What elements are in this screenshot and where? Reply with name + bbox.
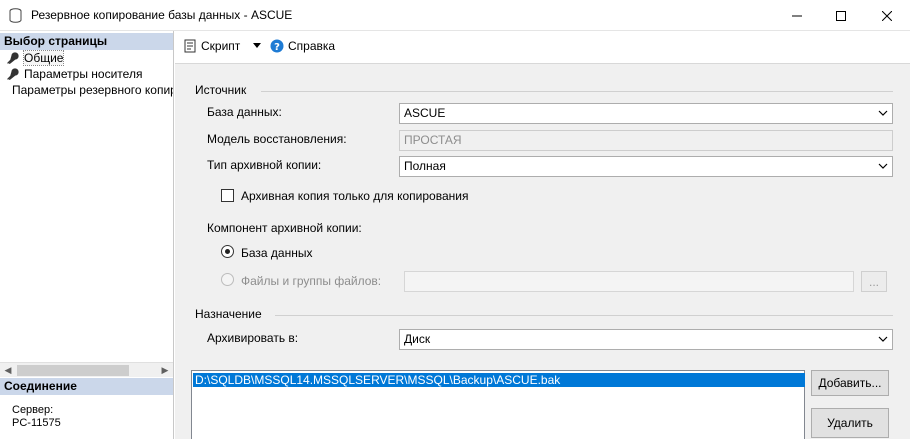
- backup-component-label: Компонент архивной копии:: [207, 221, 362, 235]
- destination-group-divider: [275, 315, 893, 316]
- chevron-down-icon: [878, 110, 888, 116]
- title-bar: Резервное копирование базы данных - ASCU…: [0, 0, 910, 31]
- page-selector-panel: Выбор страницы Общие Параметры носителя …: [0, 31, 174, 439]
- wrench-icon: [7, 52, 19, 64]
- source-group-divider: [261, 91, 893, 92]
- files-filegroups-field: [404, 271, 854, 292]
- svg-text:?: ?: [274, 42, 280, 53]
- chevron-down-icon: [878, 336, 888, 342]
- backup-type-value: Полная: [404, 159, 446, 173]
- window-title: Резервное копирование базы данных - ASCU…: [31, 8, 293, 22]
- recovery-model-label: Модель восстановления:: [207, 132, 347, 146]
- backup-type-label: Тип архивной копии:: [207, 158, 322, 172]
- copy-only-checkbox[interactable]: [221, 189, 234, 202]
- sidebar-item-label: Параметры резервного копир: [12, 83, 173, 97]
- server-label: Сервер:: [12, 404, 54, 416]
- backup-to-combo[interactable]: Диск: [399, 329, 893, 350]
- radio-database[interactable]: [221, 245, 234, 258]
- minimize-button[interactable]: [774, 0, 820, 31]
- maximize-button[interactable]: [818, 0, 864, 31]
- wrench-icon: [7, 68, 19, 80]
- sidebar-item-general[interactable]: Общие: [0, 50, 173, 66]
- remove-destination-button[interactable]: Удалить: [811, 408, 889, 438]
- add-destination-button[interactable]: Добавить...: [811, 370, 889, 396]
- database-label: База данных:: [207, 105, 282, 119]
- sidebar-item-backup-options[interactable]: Параметры резервного копир: [0, 82, 173, 98]
- recovery-model-field: ПРОСТАЯ: [399, 130, 893, 151]
- script-dropdown-button[interactable]: [253, 41, 261, 49]
- horizontal-scrollbar[interactable]: ◀ ▶: [0, 362, 173, 377]
- close-button[interactable]: [864, 0, 910, 31]
- radio-database-label: База данных: [241, 246, 313, 260]
- server-value: PC-11575: [12, 417, 61, 429]
- database-icon: [9, 8, 22, 23]
- maximize-icon: [836, 10, 846, 21]
- radio-files-label: Файлы и группы файлов:: [241, 274, 382, 288]
- backup-to-value: Диск: [404, 332, 431, 346]
- scrollbar-thumb[interactable]: [17, 365, 129, 376]
- script-button[interactable]: Скрипт: [183, 39, 240, 53]
- toolbar: Скрипт ? Справка: [175, 31, 910, 64]
- backup-destinations-list[interactable]: D:\SQLDB\MSSQL14.MSSQLSERVER\MSSQL\Backu…: [191, 370, 805, 439]
- minimize-icon: [792, 15, 802, 16]
- script-label: Скрипт: [201, 39, 241, 53]
- destination-group-label: Назначение: [195, 307, 262, 321]
- script-icon: [184, 39, 196, 53]
- connection-header: Соединение: [0, 378, 173, 395]
- radio-files-filegroups[interactable]: [221, 273, 234, 286]
- recovery-model-value: ПРОСТАЯ: [404, 133, 462, 147]
- scroll-right-icon[interactable]: ▶: [157, 363, 173, 378]
- help-label: Справка: [288, 39, 336, 53]
- page-selector-header: Выбор страницы: [0, 33, 173, 50]
- sidebar-item-media-options[interactable]: Параметры носителя: [0, 66, 173, 82]
- caret-down-icon: [253, 43, 261, 48]
- list-item[interactable]: D:\SQLDB\MSSQL14.MSSQLSERVER\MSSQL\Backu…: [193, 373, 805, 387]
- sidebar-item-label: Общие: [22, 50, 65, 66]
- help-button[interactable]: ? Справка: [270, 39, 335, 53]
- close-icon: [882, 10, 892, 21]
- copy-only-label: Архивная копия только для копирования: [241, 189, 469, 203]
- sidebar-item-label: Параметры носителя: [24, 67, 143, 81]
- chevron-down-icon: [878, 163, 888, 169]
- database-combo[interactable]: ASCUE: [399, 103, 893, 124]
- connection-info: Сервер: PC-11575: [12, 404, 61, 430]
- general-page: Скрипт ? Справка Источник База данных: A…: [175, 31, 910, 439]
- help-icon: ?: [270, 39, 284, 53]
- backup-type-combo[interactable]: Полная: [399, 156, 893, 177]
- page-list: Общие Параметры носителя Параметры резер…: [0, 50, 173, 98]
- browse-files-button[interactable]: ...: [861, 271, 887, 292]
- database-value: ASCUE: [404, 106, 446, 120]
- scroll-left-icon[interactable]: ◀: [0, 363, 16, 378]
- backup-to-label: Архивировать в:: [207, 331, 299, 345]
- source-group-label: Источник: [195, 83, 247, 97]
